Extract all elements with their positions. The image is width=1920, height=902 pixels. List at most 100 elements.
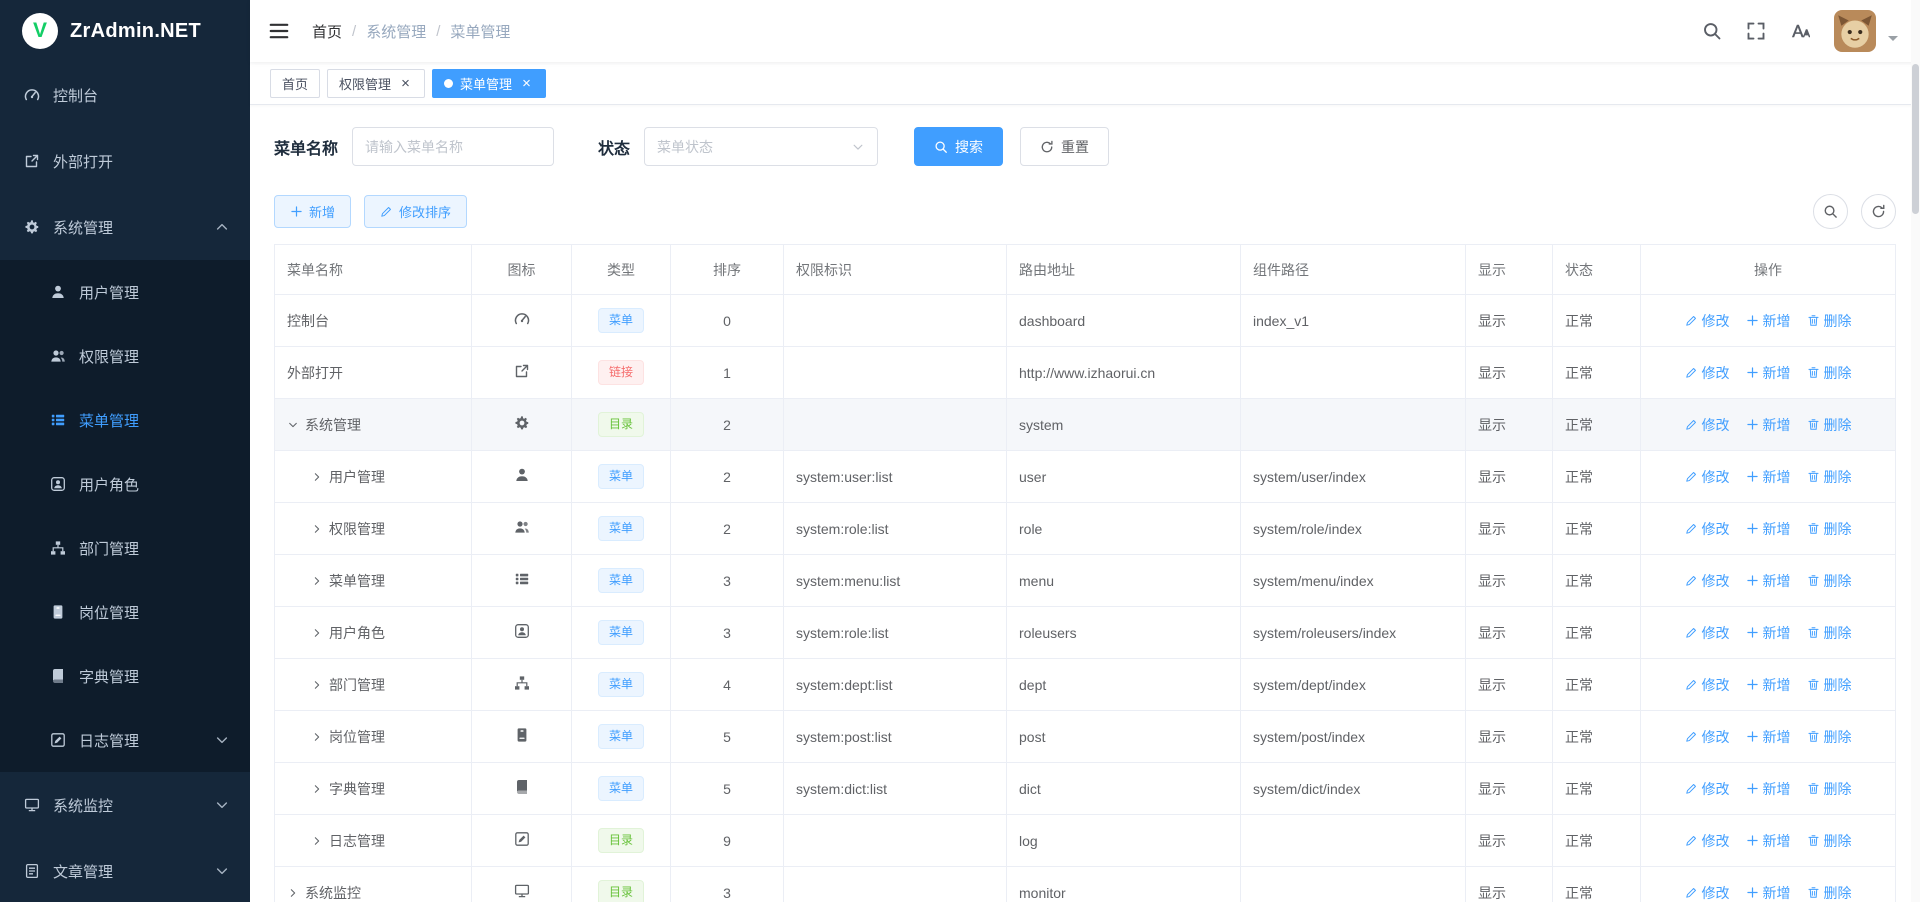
user-menu-caret-icon[interactable] — [1888, 36, 1898, 46]
reset-button[interactable]: 重置 — [1020, 127, 1109, 166]
perm-cell — [784, 867, 1007, 902]
row-add-button[interactable]: 新增 — [1746, 467, 1791, 487]
row-edit-button[interactable]: 修改 — [1685, 831, 1730, 851]
search-button[interactable]: 搜索 — [914, 127, 1003, 166]
page-scrollbar-thumb[interactable] — [1912, 64, 1919, 214]
row-delete-button[interactable]: 删除 — [1807, 727, 1852, 747]
fullscreen-icon[interactable] — [1746, 21, 1766, 41]
tab-item[interactable]: 菜单管理× — [432, 69, 546, 98]
row-add-button[interactable]: 新增 — [1746, 727, 1791, 747]
row-edit-button[interactable]: 修改 — [1685, 415, 1730, 435]
sidebar-item[interactable]: 用户管理 — [0, 260, 250, 324]
row-expand-icon[interactable] — [311, 575, 323, 587]
status-select[interactable]: 菜单状态 — [644, 127, 878, 166]
row-delete-button[interactable]: 删除 — [1807, 883, 1852, 902]
row-edit-button[interactable]: 修改 — [1685, 779, 1730, 799]
ops-cell: 修改新增删除 — [1641, 711, 1896, 763]
sidebar-item[interactable]: 岗位管理 — [0, 580, 250, 644]
dict-book-icon — [514, 779, 530, 795]
row-add-button[interactable]: 新增 — [1746, 675, 1791, 695]
tab-close-icon[interactable]: × — [519, 76, 534, 91]
user-avatar[interactable] — [1834, 10, 1876, 52]
row-add-button[interactable]: 新增 — [1746, 623, 1791, 643]
table-row: 系统监控目录3monitor显示正常修改新增删除 — [275, 867, 1896, 902]
row-edit-button[interactable]: 修改 — [1685, 311, 1730, 331]
sidebar-item[interactable]: 控制台 — [0, 62, 250, 128]
table-refresh-button[interactable] — [1861, 194, 1896, 229]
row-add-button[interactable]: 新增 — [1746, 571, 1791, 591]
row-edit-button[interactable]: 修改 — [1685, 675, 1730, 695]
row-collapse-icon[interactable] — [287, 419, 299, 431]
type-tag: 链接 — [598, 360, 644, 385]
menu-name-wrap: 外部打开 — [287, 347, 459, 398]
font-size-icon[interactable] — [1790, 21, 1810, 41]
sidebar-item[interactable]: 字典管理 — [0, 644, 250, 708]
page-scrollbar[interactable] — [1911, 0, 1920, 902]
row-add-button[interactable]: 新增 — [1746, 415, 1791, 435]
row-edit-button[interactable]: 修改 — [1685, 571, 1730, 591]
row-add-button[interactable]: 新增 — [1746, 883, 1791, 902]
row-delete-button[interactable]: 删除 — [1807, 363, 1852, 383]
show-search-toggle-button[interactable] — [1813, 194, 1848, 229]
app-logo[interactable]: V ZrAdmin.NET — [0, 0, 250, 62]
row-add-button[interactable]: 新增 — [1746, 779, 1791, 799]
row-delete-button[interactable]: 删除 — [1807, 831, 1852, 851]
app-window: V ZrAdmin.NET 控制台外部打开系统管理用户管理权限管理菜单管理用户角… — [0, 0, 1920, 902]
row-edit-button[interactable]: 修改 — [1685, 363, 1730, 383]
row-edit-button[interactable]: 修改 — [1685, 883, 1730, 902]
op-label: 新增 — [1763, 779, 1791, 799]
menu-name-input[interactable] — [352, 127, 554, 166]
row-add-button[interactable]: 新增 — [1746, 831, 1791, 851]
row-edit-button[interactable]: 修改 — [1685, 519, 1730, 539]
tab-item[interactable]: 首页 — [270, 69, 320, 98]
edit-icon — [1685, 730, 1698, 743]
header-search-icon[interactable] — [1702, 21, 1722, 41]
row-delete-button[interactable]: 删除 — [1807, 519, 1852, 539]
sidebar-item[interactable]: 文章管理 — [0, 838, 250, 902]
row-add-button[interactable]: 新增 — [1746, 519, 1791, 539]
menu-name-cell: 系统监控 — [275, 867, 472, 902]
row-edit-button[interactable]: 修改 — [1685, 727, 1730, 747]
row-expand-icon[interactable] — [311, 783, 323, 795]
ops-cell: 修改新增删除 — [1641, 295, 1896, 347]
sidebar-item[interactable]: 部门管理 — [0, 516, 250, 580]
row-delete-button[interactable]: 删除 — [1807, 571, 1852, 591]
add-button[interactable]: 新增 — [274, 195, 351, 228]
ops-cell: 修改新增删除 — [1641, 607, 1896, 659]
sidebar-item[interactable]: 菜单管理 — [0, 388, 250, 452]
breadcrumb-item[interactable]: 菜单管理 — [450, 21, 510, 42]
row-expand-icon[interactable] — [311, 679, 323, 691]
row-expand-icon[interactable] — [311, 835, 323, 847]
sidebar-collapse-icon[interactable] — [268, 20, 290, 42]
menu-name-cell: 用户角色 — [275, 607, 472, 659]
row-delete-button[interactable]: 删除 — [1807, 311, 1852, 331]
sidebar-item[interactable]: 用户角色 — [0, 452, 250, 516]
row-delete-button[interactable]: 删除 — [1807, 779, 1852, 799]
sidebar-item[interactable]: 权限管理 — [0, 324, 250, 388]
row-expand-icon[interactable] — [311, 523, 323, 535]
tab-close-icon[interactable]: × — [398, 76, 413, 91]
op-label: 修改 — [1702, 519, 1730, 539]
row-delete-button[interactable]: 删除 — [1807, 623, 1852, 643]
row-expand-icon[interactable] — [287, 887, 299, 899]
row-expand-icon[interactable] — [311, 731, 323, 743]
sidebar-item[interactable]: 外部打开 — [0, 128, 250, 194]
sidebar-item[interactable]: 系统管理 — [0, 194, 250, 260]
row-expand-icon[interactable] — [311, 627, 323, 639]
breadcrumb-item[interactable]: 系统管理 — [366, 21, 426, 42]
breadcrumb-separator: / — [352, 23, 356, 40]
row-delete-button[interactable]: 删除 — [1807, 415, 1852, 435]
row-add-button[interactable]: 新增 — [1746, 363, 1791, 383]
row-delete-button[interactable]: 删除 — [1807, 467, 1852, 487]
tab-item[interactable]: 权限管理× — [327, 69, 425, 98]
sort-edit-button[interactable]: 修改排序 — [364, 195, 467, 228]
sidebar-item[interactable]: 日志管理 — [0, 708, 250, 772]
row-delete-button[interactable]: 删除 — [1807, 675, 1852, 695]
row-add-button[interactable]: 新增 — [1746, 311, 1791, 331]
row-edit-button[interactable]: 修改 — [1685, 623, 1730, 643]
row-edit-button[interactable]: 修改 — [1685, 467, 1730, 487]
sidebar-item[interactable]: 系统监控 — [0, 772, 250, 838]
visible-cell: 显示 — [1466, 867, 1553, 902]
row-expand-icon[interactable] — [311, 471, 323, 483]
breadcrumb-item[interactable]: 首页 — [312, 21, 342, 42]
